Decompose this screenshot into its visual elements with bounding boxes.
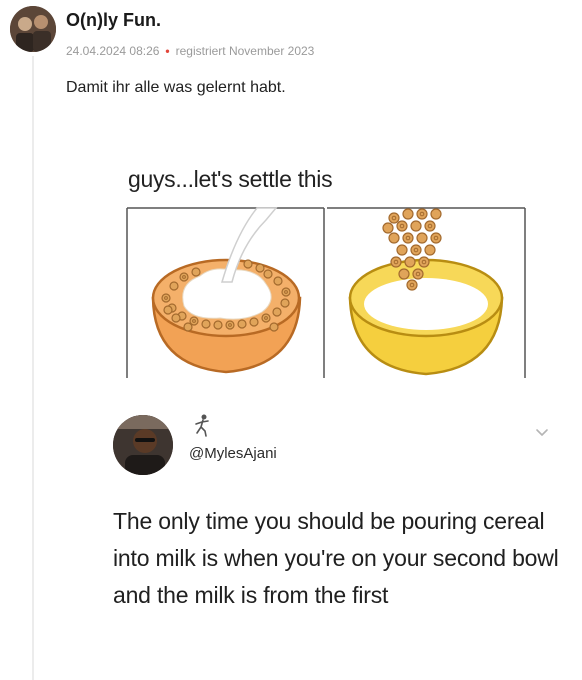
chevron-down-icon[interactable] xyxy=(535,428,549,438)
meta-separator: • xyxy=(165,44,170,58)
post-date: 24.04.2024 08:26 xyxy=(66,44,160,58)
post-registered: registriert November 2023 xyxy=(175,44,315,58)
post-username[interactable]: O(n)ly Fun. xyxy=(66,10,161,31)
figure-emoji-icon xyxy=(195,414,209,437)
user-avatar[interactable] xyxy=(10,6,56,52)
tweet-avatar[interactable] xyxy=(113,415,173,475)
thread-line xyxy=(32,56,34,680)
tweet-handle[interactable]: @MylesAjani xyxy=(189,445,277,462)
meme-title: guys...let's settle this xyxy=(128,166,333,192)
comic-panels xyxy=(126,207,526,378)
meme-image[interactable]: guys...let's settle this @MylesAjani The… xyxy=(66,110,582,680)
post-text: Damit ihr alle was gelernt habt. xyxy=(66,79,286,96)
tweet-text: The only time you should be pouring cere… xyxy=(113,508,559,608)
post-meta: 24.04.2024 08:26 • registriert November 20… xyxy=(66,44,314,58)
